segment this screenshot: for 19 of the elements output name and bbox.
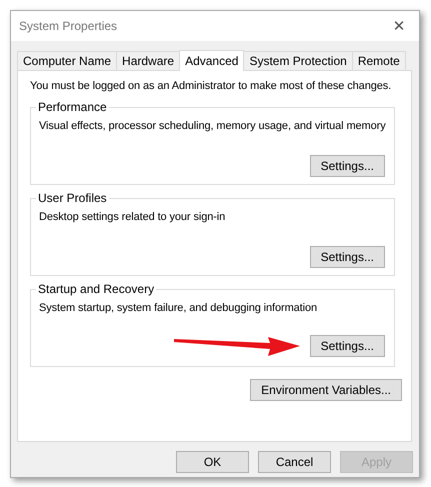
settings-button[interactable]: Settings... — [310, 335, 385, 357]
settings-button[interactable]: Settings... — [310, 155, 385, 177]
environment-variables-button[interactable]: Environment Variables... — [250, 379, 402, 401]
group-title: Performance — [36, 100, 109, 114]
close-button[interactable]: ✕ — [379, 11, 419, 41]
tab[interactable]: Advanced — [179, 50, 244, 71]
group-title: Startup and Recovery — [36, 282, 156, 296]
dialog-button[interactable]: Cancel — [258, 451, 331, 473]
settings-button[interactable]: Settings... — [310, 246, 385, 268]
group-description: Desktop settings related to your sign-in — [39, 211, 226, 223]
group-title: User Profiles — [36, 191, 109, 205]
tab[interactable]: System Protection — [243, 51, 353, 70]
admin-notice: You must be logged on as an Administrator to make most of these changes. — [30, 80, 392, 92]
window-title: System Properties — [19, 19, 118, 33]
dialog-button[interactable]: OK — [176, 451, 249, 473]
tab[interactable]: Computer Name — [17, 51, 118, 70]
group-description: System startup, system failure, and debugging information — [39, 302, 318, 314]
tab[interactable]: Remote — [352, 51, 406, 70]
group-description: Visual effects, processor scheduling, memory usage, and virtual memory — [39, 120, 386, 132]
